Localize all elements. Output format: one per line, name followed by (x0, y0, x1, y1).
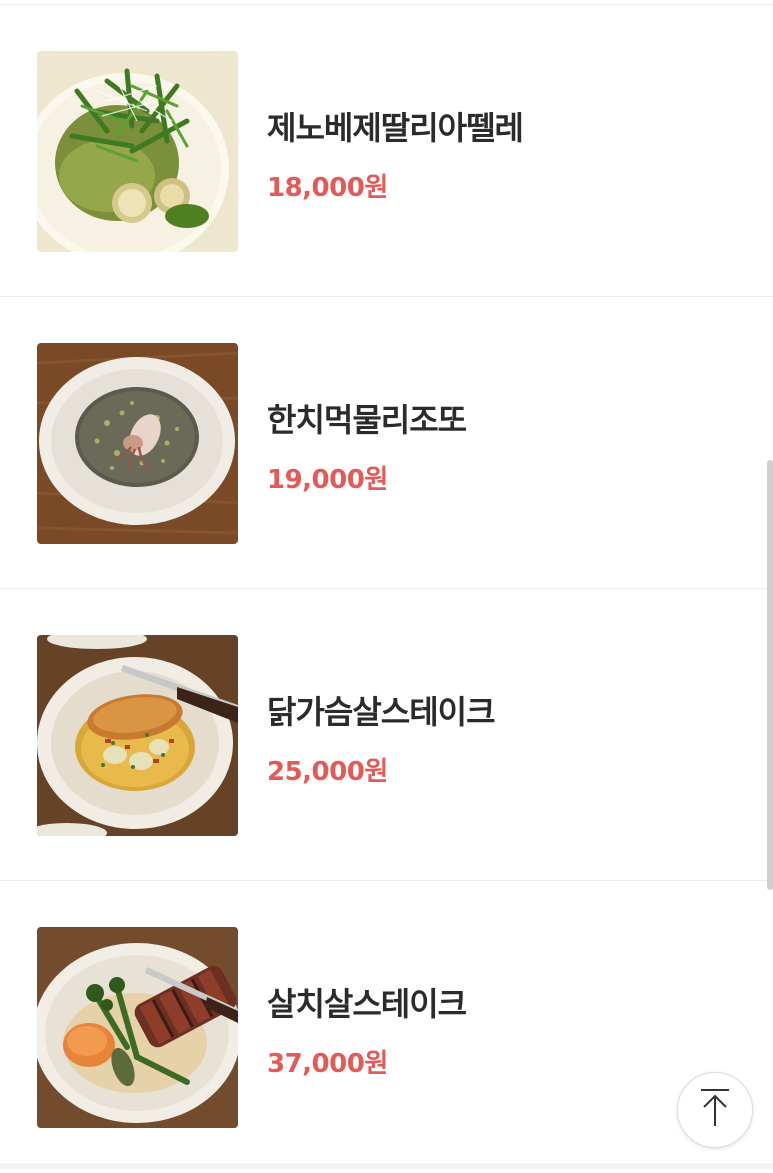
menu-item-price: 19,000원 (267, 465, 388, 495)
menu-item-price: 25,000원 (267, 757, 388, 787)
menu-list: 제노베제딸리아뗄레 18,000원 한치먹물리조또 19,000원 닭가슴살스테… (0, 5, 773, 1173)
scrollbar[interactable] (767, 460, 773, 890)
menu-item-photo (37, 343, 238, 544)
scroll-to-top-button[interactable] (677, 1072, 753, 1148)
menu-item-photo (37, 51, 238, 252)
menu-item-price: 37,000원 (267, 1049, 388, 1079)
menu-item-photo (37, 635, 238, 836)
menu-item[interactable]: 제노베제딸리아뗄레 18,000원 (0, 5, 773, 297)
menu-item-photo (37, 927, 238, 1128)
menu-item[interactable]: 한치먹물리조또 19,000원 (0, 297, 773, 589)
menu-item-price: 18,000원 (267, 173, 388, 203)
menu-item-name: 한치먹물리조또 (267, 401, 467, 439)
bottom-divider (0, 1163, 773, 1169)
arrow-up-icon (698, 1088, 732, 1132)
menu-item[interactable]: 닭가슴살스테이크 25,000원 (0, 589, 773, 881)
menu-item-name: 닭가슴살스테이크 (267, 693, 496, 731)
menu-item[interactable]: 살치살스테이크 37,000원 (0, 881, 773, 1173)
menu-item-name: 살치살스테이크 (267, 985, 467, 1023)
menu-item-name: 제노베제딸리아뗄레 (267, 109, 524, 147)
